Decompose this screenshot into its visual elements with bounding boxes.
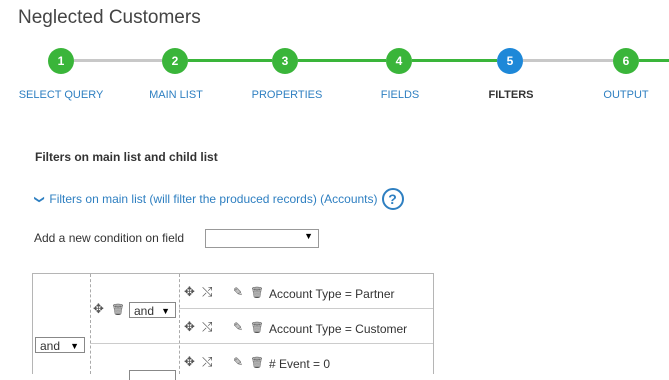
condition-text: Account Type = Partner <box>269 287 395 301</box>
step-2-circle[interactable]: 2 <box>162 48 188 74</box>
condition-delete-icon[interactable]: 🗑 <box>250 356 264 370</box>
condition-edit-icon[interactable]: ✎ <box>233 355 243 369</box>
condition-delete-icon[interactable]: 🗑 <box>250 321 264 335</box>
step-1-label[interactable]: SELECT QUERY <box>19 89 104 101</box>
condition-edit-icon[interactable]: ✎ <box>233 320 243 334</box>
help-icon[interactable]: ? <box>381 188 404 210</box>
condition-text: Account Type = Customer <box>269 322 408 336</box>
page-title: Neglected Customers <box>18 7 201 28</box>
step-1-circle[interactable]: 1 <box>48 48 74 74</box>
group-operator-select[interactable]: and ▼ <box>129 302 176 318</box>
step-4-circle[interactable]: 4 <box>386 48 412 74</box>
group-operator-value: and <box>134 304 155 318</box>
tree-divider-group <box>179 274 180 374</box>
step-connector-6-end <box>639 59 669 62</box>
condition-split-icon[interactable]: ⤭ <box>202 355 212 369</box>
condition-move-icon[interactable]: ✥ <box>184 355 195 369</box>
root-operator-select[interactable]: and ▼ <box>35 337 85 353</box>
condition-split-icon[interactable]: ⤭ <box>202 320 212 334</box>
condition-split-icon[interactable]: ⤭ <box>202 285 212 299</box>
tree-group-separator <box>90 343 433 344</box>
filters-section-title: Filters on main list and child list <box>35 150 218 164</box>
group-delete-icon[interactable]: 🗑 <box>111 303 125 317</box>
step-connector-3-4 <box>298 59 386 62</box>
step-connector-1-2 <box>74 59 162 62</box>
chevron-down-icon: ❯ <box>33 194 45 204</box>
step-4-label[interactable]: FIELDS <box>381 89 420 101</box>
condition-move-icon[interactable]: ✥ <box>184 285 195 299</box>
step-6-circle[interactable]: 6 <box>613 48 639 74</box>
step-3-label[interactable]: PROPERTIES <box>252 89 323 101</box>
dropdown-caret-icon: ▼ <box>304 231 313 241</box>
root-operator-value: and <box>40 339 61 353</box>
condition-move-icon[interactable]: ✥ <box>184 320 195 334</box>
add-condition-label: Add a new condition on field <box>34 231 185 245</box>
step-connector-4-5 <box>412 59 497 62</box>
main-list-filters-label[interactable]: Filters on main list (will filter the pr… <box>49 192 377 206</box>
step-3-circle[interactable]: 3 <box>272 48 298 74</box>
step-5-label[interactable]: FILTERS <box>488 89 533 101</box>
condition-delete-icon[interactable]: 🗑 <box>250 286 264 300</box>
main-list-filters-toggle[interactable]: ❯ Filters on main list (will filter the … <box>33 188 404 210</box>
group-move-icon[interactable]: ✥ <box>93 302 104 316</box>
tree-divider-root <box>90 274 91 374</box>
dropdown-caret-icon: ▼ <box>70 341 79 351</box>
step-6-label[interactable]: OUTPUT <box>603 89 648 101</box>
step-connector-5-6 <box>523 59 613 62</box>
condition-text: # Event = 0 <box>269 357 331 371</box>
filter-tree: and ▼ ✥ 🗑 and ▼ ✥ ⤭ ✎ 🗑 Account Type = P… <box>32 273 434 380</box>
step-2-label[interactable]: MAIN LIST <box>149 89 203 101</box>
condition-edit-icon[interactable]: ✎ <box>233 285 243 299</box>
step-5-circle[interactable]: 5 <box>497 48 523 74</box>
field-select[interactable]: ▼ <box>205 229 319 248</box>
tree-row-separator <box>179 308 433 309</box>
group-operator-select-partial[interactable] <box>129 370 176 380</box>
dropdown-caret-icon: ▼ <box>161 306 170 316</box>
step-connector-2-3 <box>188 59 272 62</box>
